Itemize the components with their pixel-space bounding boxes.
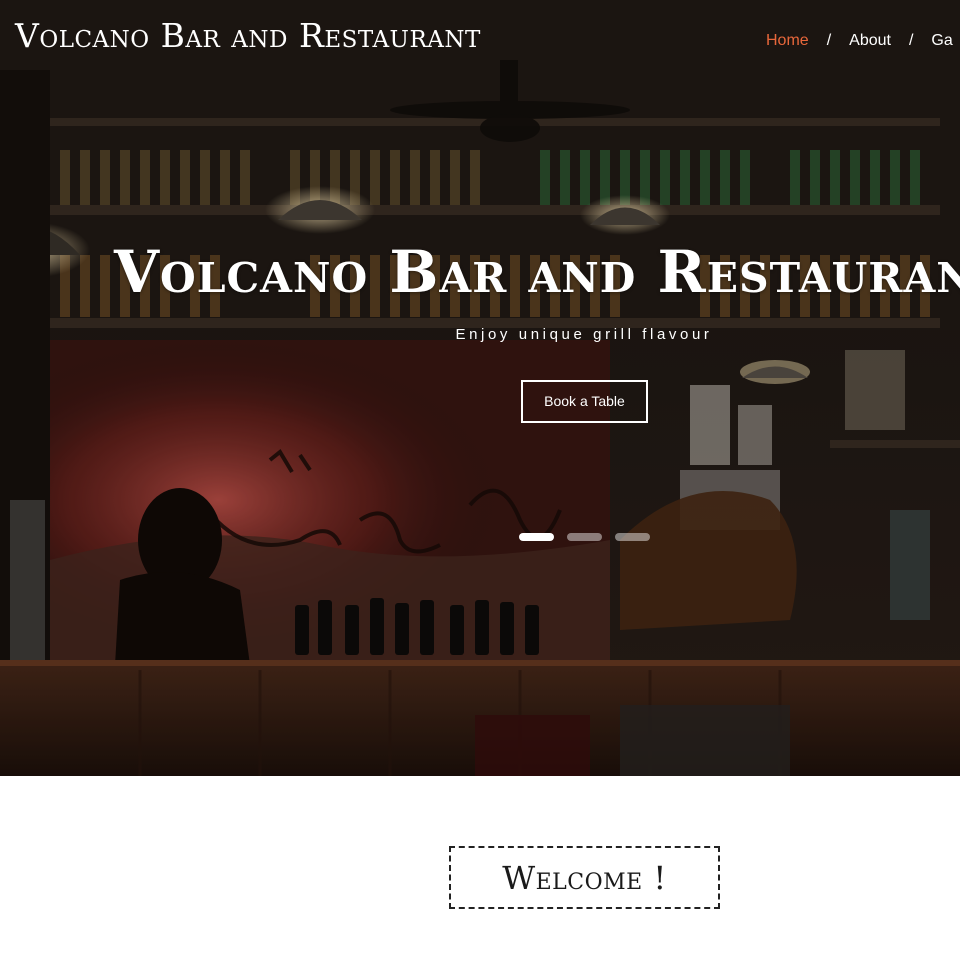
hero-title: Volcano Bar and Restaurant: [114, 238, 960, 306]
book-table-button[interactable]: Book a Table: [521, 380, 648, 423]
slider-dot-3[interactable]: [615, 533, 650, 541]
nav-item-about[interactable]: About: [849, 32, 891, 50]
slider-dot-1[interactable]: [519, 533, 554, 541]
hero-slider: Volcano Bar and Restaurant Home / About …: [0, 0, 960, 776]
hero-subtitle: Enjoy unique grill flavour: [455, 326, 713, 343]
nav-item-home[interactable]: Home: [766, 32, 809, 50]
nav-separator: /: [908, 32, 914, 49]
navbar: Volcano Bar and Restaurant Home / About …: [0, 0, 960, 84]
welcome-title: Welcome !: [502, 858, 667, 897]
nav-item-gallery[interactable]: Ga: [931, 32, 952, 50]
slider-pagination: [519, 533, 650, 541]
brand-logo[interactable]: Volcano Bar and Restaurant: [15, 16, 481, 55]
hero-overlay: [0, 0, 960, 776]
main-nav: Home / About / Ga: [766, 32, 953, 50]
welcome-heading-box: Welcome !: [449, 846, 720, 909]
slider-dot-2[interactable]: [567, 533, 602, 541]
nav-separator: /: [826, 32, 832, 49]
page: Volcano Bar and Restaurant Home / About …: [0, 0, 960, 960]
